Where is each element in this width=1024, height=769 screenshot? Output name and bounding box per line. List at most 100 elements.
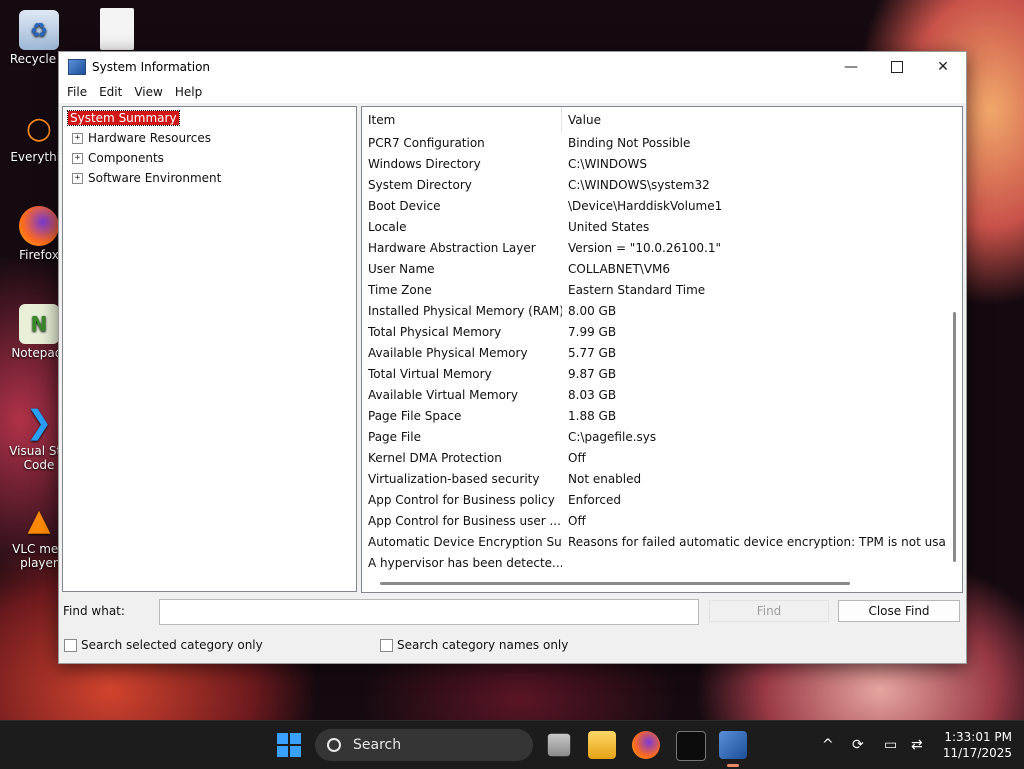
column-header-value[interactable]: Value	[562, 107, 946, 133]
taskbar-search[interactable]: Search	[315, 729, 533, 761]
menu-help[interactable]: Help	[169, 85, 208, 99]
taskbar-clock[interactable]: 1:33:01 PM 11/17/2025	[938, 729, 1012, 761]
row-value: C:\pagefile.sys	[568, 430, 657, 444]
row-value: 7.99 GB	[568, 325, 617, 339]
table-row[interactable]: Automatic Device Encryption Su... Reasons…	[362, 532, 946, 553]
table-row[interactable]: Virtualization-based security Not enabled	[362, 469, 946, 490]
close-icon: ✕	[937, 58, 949, 75]
vertical-scrollbar[interactable]	[946, 107, 962, 576]
find-what-label: Find what:	[63, 604, 125, 618]
table-row[interactable]: Locale United States	[362, 217, 946, 238]
file-explorer-icon[interactable]	[588, 731, 616, 759]
row-item: Locale	[368, 220, 407, 234]
task-view-icon[interactable]	[547, 733, 571, 757]
system-information-icon[interactable]	[719, 731, 747, 767]
expand-icon[interactable]: +	[72, 153, 83, 164]
horizontal-scrollbar[interactable]	[362, 576, 946, 592]
scroll-thumb[interactable]	[380, 582, 850, 585]
row-item: A hypervisor has been detecte...	[368, 556, 562, 570]
windows-logo-icon	[277, 746, 288, 757]
table-row[interactable]: Page File Space 1.88 GB	[362, 406, 946, 427]
row-item: Kernel DMA Protection	[368, 451, 502, 465]
tree-item-components[interactable]: + Components	[72, 150, 164, 167]
tray-display-icon[interactable]: ▭	[884, 721, 897, 769]
column-header-item[interactable]: Item	[362, 107, 562, 133]
row-item: Total Virtual Memory	[368, 367, 492, 381]
table-row[interactable]: Available Virtual Memory 8.03 GB	[362, 385, 946, 406]
table-row[interactable]: A hypervisor has been detecte...	[362, 553, 946, 574]
row-item: Available Physical Memory	[368, 346, 528, 360]
checkbox-box[interactable]	[64, 638, 77, 652]
title-bar[interactable]: System Information — ✕	[59, 52, 966, 81]
row-value: \Device\HarddiskVolume1	[568, 199, 723, 213]
table-row[interactable]: Installed Physical Memory (RAM) 8.00 GB	[362, 301, 946, 322]
start-button[interactable]	[277, 733, 301, 757]
table-row[interactable]: Total Virtual Memory 9.87 GB	[362, 364, 946, 385]
minimize-icon: —	[844, 58, 858, 75]
table-row[interactable]: Total Physical Memory 7.99 GB	[362, 322, 946, 343]
system-information-icon	[68, 58, 86, 75]
table-row[interactable]: Page File C:\pagefile.sys	[362, 427, 946, 448]
close-find-button[interactable]: Close Find	[838, 600, 960, 622]
search-category-names-checkbox[interactable]: Search category names only	[380, 638, 568, 652]
minimize-button[interactable]: —	[828, 52, 874, 81]
tree-item-system-summary[interactable]: System Summary	[67, 110, 180, 127]
system-information-window: System Information — ✕ File Edit View He…	[58, 51, 967, 664]
search-selected-category-checkbox[interactable]: Search selected category only	[64, 638, 263, 652]
taskbar: Search ^ ⟳ ▭ ⇄ 1:33:01 PM 11/17/2025	[0, 720, 1024, 769]
firefox-icon[interactable]	[632, 731, 660, 759]
maximize-button[interactable]	[874, 52, 920, 81]
everything-search-icon: ○	[25, 110, 53, 146]
find-what-input[interactable]	[159, 599, 699, 625]
vscode-icon: ❯	[25, 403, 53, 441]
close-button[interactable]: ✕	[920, 52, 966, 81]
tree-item-hardware-resources[interactable]: + Hardware Resources	[72, 130, 211, 147]
tray-sync-icon[interactable]: ⟳	[852, 721, 864, 769]
row-value: Off	[568, 451, 586, 465]
menu-view[interactable]: View	[128, 85, 168, 99]
row-value	[562, 553, 946, 574]
vlc-icon: ▲	[27, 502, 51, 538]
row-item: App Control for Business user ...	[368, 514, 561, 528]
menu-edit[interactable]: Edit	[93, 85, 128, 99]
row-item: Page File	[368, 430, 421, 444]
table-row[interactable]: App Control for Business user ... Off	[362, 511, 946, 532]
clock-time: 1:33:01 PM	[944, 730, 1012, 744]
row-item: Available Virtual Memory	[368, 388, 518, 402]
checkbox-label: Search selected category only	[81, 638, 263, 652]
row-value: Off	[568, 514, 586, 528]
tree-item-software-environment[interactable]: + Software Environment	[72, 170, 221, 187]
row-item: Installed Physical Memory (RAM)	[368, 304, 562, 318]
tray-overflow-button[interactable]: ^	[822, 721, 834, 769]
table-row[interactable]: System Directory C:\WINDOWS\system32	[362, 175, 946, 196]
table-row[interactable]: Time Zone Eastern Standard Time	[362, 280, 946, 301]
table-row[interactable]: Windows Directory C:\WINDOWS	[362, 154, 946, 175]
window-title: System Information	[92, 59, 211, 74]
clock-date: 11/17/2025	[942, 746, 1012, 760]
row-item: Automatic Device Encryption Su...	[368, 535, 562, 549]
row-value: United States	[568, 220, 650, 234]
row-value: Reasons for failed automatic device encr…	[568, 535, 946, 549]
desktop-icon-file[interactable]	[86, 8, 148, 52]
find-button[interactable]: Find	[709, 600, 829, 622]
expand-icon[interactable]: +	[72, 133, 83, 144]
checkbox-box[interactable]	[380, 638, 393, 652]
tree-item-label: System Summary	[67, 110, 180, 126]
table-row[interactable]: Available Physical Memory 5.77 GB	[362, 343, 946, 364]
menu-file[interactable]: File	[61, 85, 93, 99]
terminal-icon[interactable]	[676, 731, 706, 761]
table-row[interactable]: Hardware Abstraction Layer Version = "10.…	[362, 238, 946, 259]
tray-network-icon[interactable]: ⇄	[911, 721, 923, 769]
table-row[interactable]: Boot Device \Device\HarddiskVolume1	[362, 196, 946, 217]
expand-icon[interactable]: +	[72, 173, 83, 184]
table-row[interactable]: User Name COLLABNET\VM6	[362, 259, 946, 280]
row-value: 1.88 GB	[568, 409, 617, 423]
table-row[interactable]: PCR7 Configuration Binding Not Possible	[362, 133, 946, 154]
scroll-thumb[interactable]	[953, 312, 956, 562]
table-row[interactable]: App Control for Business policy Enforced	[362, 490, 946, 511]
details-list: Item Value PCR7 Configuration Binding Not…	[361, 106, 963, 593]
table-row[interactable]: Kernel DMA Protection Off	[362, 448, 946, 469]
row-item: Time Zone	[368, 283, 432, 297]
row-value: 9.87 GB	[568, 367, 617, 381]
row-item: System Directory	[368, 178, 472, 192]
